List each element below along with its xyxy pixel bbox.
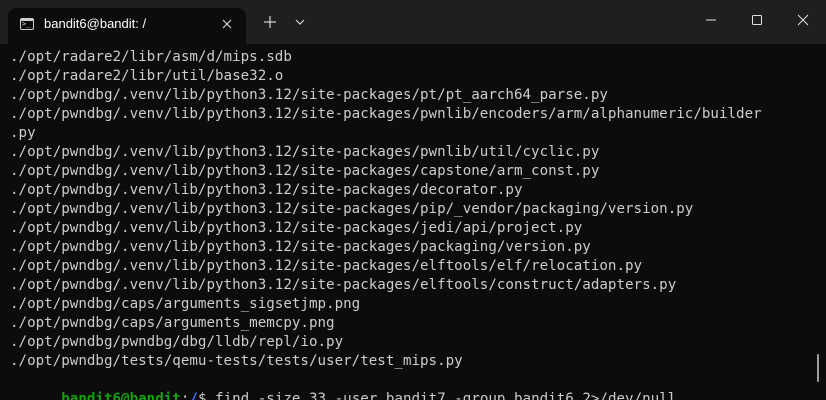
prompt-path: /	[189, 391, 198, 400]
output-line: ./opt/pwndbg/.venv/lib/python3.12/site-p…	[10, 182, 523, 198]
chevron-down-icon[interactable]	[288, 8, 312, 36]
output-line: ./opt/radare2/libr/asm/d/mips.sdb	[10, 49, 292, 65]
output-line: ./opt/pwndbg/.venv/lib/python3.12/site-p…	[10, 258, 643, 274]
output-line: ./opt/pwndbg/caps/arguments_memcpy.png	[10, 315, 335, 331]
minimize-icon[interactable]	[688, 0, 734, 40]
output-line: ./opt/pwndbg/caps/arguments_sigsetjmp.pn…	[10, 296, 361, 312]
output-line: ./opt/pwndbg/.venv/lib/python3.12/site-p…	[10, 201, 694, 217]
output-line: ./opt/pwndbg/.venv/lib/python3.12/site-p…	[10, 144, 600, 160]
close-tab-icon[interactable]	[216, 13, 238, 35]
output-line: ./opt/pwndbg/.venv/lib/python3.12/site-p…	[10, 220, 583, 236]
plus-icon[interactable]	[256, 8, 284, 36]
prompt-user: bandit6@bandit	[61, 391, 181, 400]
output-line: ./opt/pwndbg/.venv/lib/python3.12/site-p…	[10, 277, 677, 293]
output-line: ./opt/pwndbg/.venv/lib/python3.12/site-p…	[10, 87, 608, 103]
output-line: ./opt/pwndbg/pwndbg/dbg/lldb/repl/io.py	[10, 334, 344, 350]
tab-title: bandit6@bandit: /	[44, 16, 147, 31]
output-line: ./opt/radare2/libr/util/base32.o	[10, 68, 284, 84]
terminal-tab[interactable]: >_ bandit6@bandit: /	[8, 8, 246, 44]
scrollbar-thumb[interactable]	[817, 354, 819, 382]
output-line: ./opt/pwndbg/.venv/lib/python3.12/site-p…	[10, 106, 762, 122]
terminal-icon-glyph: >_	[22, 20, 31, 28]
terminal-output[interactable]: ./opt/radare2/libr/asm/d/mips.sdb ./opt/…	[0, 44, 826, 400]
command-prompt-line[interactable]: bandit6@bandit:/$ find -size 33 -user ba…	[10, 371, 676, 400]
terminal-icon: >_	[20, 18, 34, 30]
close-icon[interactable]	[780, 0, 826, 40]
output-line: .py	[10, 125, 36, 141]
terminal-window: >_ bandit6@bandit: / ./opt/radare2/libr/…	[0, 0, 826, 400]
command-text[interactable]: find -size 33 -user bandit7 -group bandi…	[215, 391, 676, 400]
maximize-icon[interactable]	[734, 0, 780, 40]
output-line: ./opt/pwndbg/.venv/lib/python3.12/site-p…	[10, 239, 591, 255]
title-bar: >_ bandit6@bandit: /	[0, 0, 826, 44]
prompt-symbol: $	[197, 391, 216, 400]
output-line: ./opt/pwndbg/.venv/lib/python3.12/site-p…	[10, 163, 600, 179]
output-line: ./opt/pwndbg/tests/qemu-tests/tests/user…	[10, 353, 463, 369]
